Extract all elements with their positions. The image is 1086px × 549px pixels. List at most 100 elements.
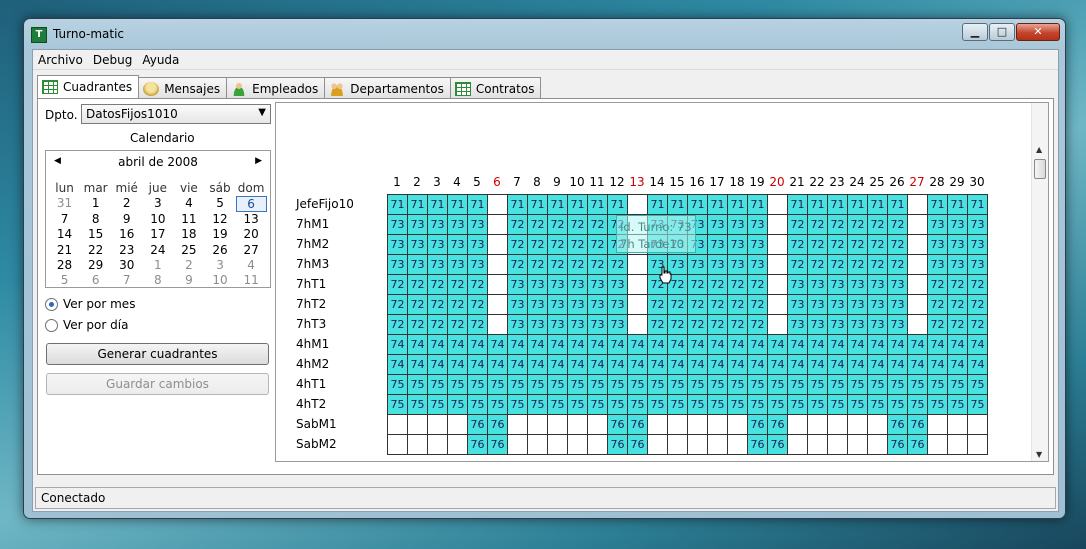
shift-cell[interactable]: 75 xyxy=(588,375,608,395)
shift-cell[interactable]: 73 xyxy=(928,235,948,255)
shift-cell[interactable]: 75 xyxy=(708,375,728,395)
shift-cell[interactable] xyxy=(428,415,448,435)
shift-cell[interactable]: 73 xyxy=(788,295,808,315)
vertical-scrollbar[interactable]: ▲ ▼ xyxy=(1031,103,1048,461)
shift-cell[interactable]: 71 xyxy=(388,195,408,215)
calendar-day[interactable]: 22 xyxy=(80,243,111,258)
shift-cell[interactable]: 73 xyxy=(948,235,968,255)
shift-cell[interactable]: 74 xyxy=(808,355,828,375)
shift-cell[interactable]: 75 xyxy=(468,395,488,415)
shift-cell[interactable]: 72 xyxy=(588,255,608,275)
shift-cell[interactable]: 73 xyxy=(828,295,848,315)
shift-cell[interactable] xyxy=(588,415,608,435)
calendar-day[interactable]: 16 xyxy=(111,227,142,242)
shift-cell[interactable]: 72 xyxy=(388,315,408,335)
shift-cell[interactable] xyxy=(688,415,708,435)
shift-cell[interactable]: 73 xyxy=(968,235,988,255)
calendar-day[interactable]: 8 xyxy=(80,212,111,227)
shift-cell[interactable]: 73 xyxy=(568,275,588,295)
shift-cell[interactable] xyxy=(648,415,668,435)
shift-cell[interactable] xyxy=(728,435,748,455)
calendar-day[interactable]: 26 xyxy=(204,243,235,258)
shift-cell[interactable]: 72 xyxy=(828,255,848,275)
shift-cell[interactable]: 72 xyxy=(448,275,468,295)
shift-cell[interactable]: 73 xyxy=(968,215,988,235)
shift-cell[interactable] xyxy=(508,435,528,455)
shift-cell[interactable] xyxy=(708,435,728,455)
shift-cell[interactable]: 72 xyxy=(728,275,748,295)
calendar-day[interactable]: 1 xyxy=(142,258,173,273)
shift-cell[interactable]: 74 xyxy=(588,355,608,375)
shift-cell[interactable]: 73 xyxy=(448,255,468,275)
shift-cell[interactable] xyxy=(908,195,928,215)
calendar-day[interactable]: 19 xyxy=(204,227,235,242)
calendar-day[interactable]: 5 xyxy=(204,196,235,211)
shift-cell[interactable] xyxy=(948,435,968,455)
shift-cell[interactable]: 72 xyxy=(528,255,548,275)
shift-cell[interactable]: 74 xyxy=(648,355,668,375)
shift-cell[interactable]: 74 xyxy=(908,335,928,355)
shift-cell[interactable] xyxy=(448,415,468,435)
shift-cell[interactable]: 74 xyxy=(428,335,448,355)
shift-cell[interactable]: 73 xyxy=(508,295,528,315)
menu-ayuda[interactable]: Ayuda xyxy=(137,50,184,69)
shift-cell[interactable]: 76 xyxy=(488,415,508,435)
shift-cell[interactable] xyxy=(548,415,568,435)
shift-cell[interactable]: 75 xyxy=(748,375,768,395)
calendar-day[interactable]: 7 xyxy=(111,273,142,288)
shift-cell[interactable]: 72 xyxy=(708,275,728,295)
shift-cell[interactable] xyxy=(568,435,588,455)
shift-cell[interactable] xyxy=(488,275,508,295)
tab-mensajes[interactable]: Mensajes xyxy=(138,77,228,98)
shift-cell[interactable]: 74 xyxy=(568,355,588,375)
shift-cell[interactable]: 75 xyxy=(688,395,708,415)
shift-cell[interactable]: 75 xyxy=(448,395,468,415)
shift-cell[interactable] xyxy=(488,195,508,215)
shift-cell[interactable]: 75 xyxy=(788,375,808,395)
shift-cell[interactable]: 74 xyxy=(448,355,468,375)
shift-cell[interactable]: 73 xyxy=(468,235,488,255)
shift-cell[interactable]: 74 xyxy=(548,335,568,355)
shift-cell[interactable]: 72 xyxy=(568,235,588,255)
shift-cell[interactable]: 71 xyxy=(708,195,728,215)
shift-cell[interactable]: 75 xyxy=(928,395,948,415)
shift-cell[interactable]: 75 xyxy=(948,375,968,395)
calendar-day[interactable]: 17 xyxy=(142,227,173,242)
shift-cell[interactable] xyxy=(968,415,988,435)
shift-cell[interactable]: 73 xyxy=(928,215,948,235)
shift-cell[interactable] xyxy=(908,215,928,235)
shift-cell[interactable]: 73 xyxy=(808,315,828,335)
calendar-day[interactable]: 11 xyxy=(173,212,204,227)
shift-cell[interactable]: 76 xyxy=(908,435,928,455)
shift-cell[interactable]: 72 xyxy=(828,215,848,235)
shift-cell[interactable]: 73 xyxy=(568,295,588,315)
shift-cell[interactable]: 72 xyxy=(968,275,988,295)
shift-cell[interactable]: 73 xyxy=(468,215,488,235)
shift-cell[interactable] xyxy=(628,295,648,315)
shift-cell[interactable]: 72 xyxy=(728,295,748,315)
shift-cell[interactable] xyxy=(628,195,648,215)
shift-cell[interactable]: 72 xyxy=(788,255,808,275)
shift-cell[interactable]: 75 xyxy=(688,375,708,395)
shift-cell[interactable]: 71 xyxy=(748,195,768,215)
shift-cell[interactable]: 73 xyxy=(388,255,408,275)
next-month-icon[interactable]: ▶ xyxy=(255,156,262,166)
shift-cell[interactable]: 73 xyxy=(428,235,448,255)
shift-cell[interactable]: 75 xyxy=(628,375,648,395)
shift-cell[interactable]: 75 xyxy=(888,395,908,415)
shift-cell[interactable]: 75 xyxy=(808,375,828,395)
shift-cell[interactable]: 75 xyxy=(608,375,628,395)
calendar-day[interactable]: 15 xyxy=(80,227,111,242)
shift-cell[interactable] xyxy=(848,415,868,435)
shift-cell[interactable]: 72 xyxy=(668,295,688,315)
shift-cell[interactable]: 73 xyxy=(868,315,888,335)
shift-cell[interactable]: 75 xyxy=(868,395,888,415)
shift-cell[interactable] xyxy=(428,435,448,455)
shift-cell[interactable]: 74 xyxy=(648,335,668,355)
shift-cell[interactable]: 71 xyxy=(508,195,528,215)
shift-cell[interactable] xyxy=(588,435,608,455)
shift-cell[interactable]: 72 xyxy=(748,315,768,335)
shift-cell[interactable]: 76 xyxy=(628,415,648,435)
calendar-day[interactable]: 30 xyxy=(111,258,142,273)
shift-cell[interactable] xyxy=(488,295,508,315)
